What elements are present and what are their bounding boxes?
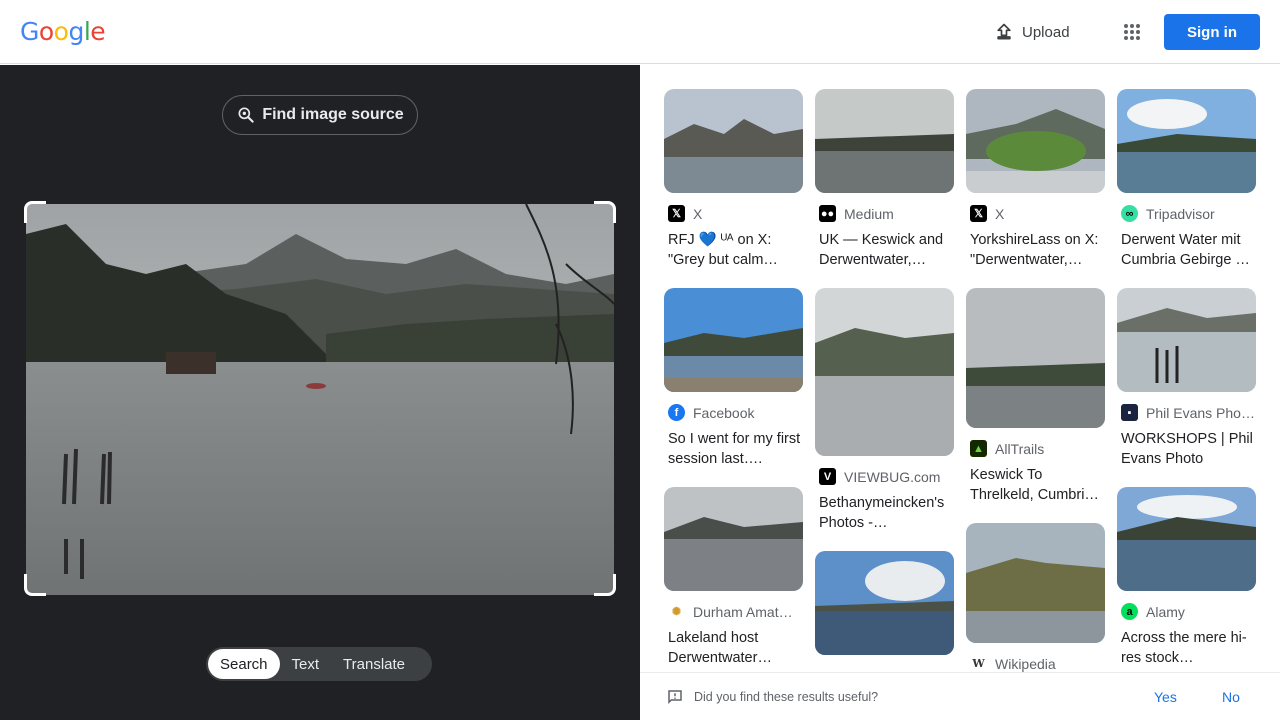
result-source: Alamy: [1146, 603, 1185, 620]
wikipedia-icon: W: [970, 655, 987, 672]
result-source: Durham Amat…: [693, 603, 793, 620]
apps-grid-icon: [1124, 24, 1140, 40]
results-column: ●● Medium UK — Keswick and Derwentwater,……: [815, 89, 954, 673]
lens-mode-switcher: Search Text Translate: [206, 647, 432, 681]
x-logo-icon: 𝕏: [970, 205, 987, 222]
result-source: VIEWBUG.com: [844, 468, 941, 485]
result-thumbnail[interactable]: [966, 288, 1105, 428]
result-card[interactable]: ✺ Durham Amat… Lakeland host Derwentwater…: [664, 487, 803, 668]
result-card[interactable]: ∞ Tripadvisor Derwent Water mit Cumbria G…: [1117, 89, 1256, 270]
query-image[interactable]: [26, 204, 614, 595]
results-column: ∞ Tripadvisor Derwent Water mit Cumbria G…: [1117, 89, 1256, 686]
feedback-icon: [668, 689, 682, 704]
crop-handle-top-left[interactable]: [24, 201, 46, 223]
feedback-bar: Did you find these results useful? Yes N…: [640, 672, 1280, 720]
result-title[interactable]: UK — Keswick and Derwentwater,…: [815, 230, 954, 270]
result-title[interactable]: RFJ 💙 ᵁᴬ on X: "Grey but calm…: [664, 230, 803, 270]
visual-matches-pane: 𝕏X RFJ 💙 ᵁᴬ on X: "Grey but calm… f Faceb…: [640, 65, 1280, 720]
result-title[interactable]: Keswick To Threlkeld, Cumbri…: [966, 465, 1105, 505]
upload-label: Upload: [1022, 23, 1070, 41]
result-thumbnail[interactable]: [1117, 89, 1256, 193]
result-thumbnail[interactable]: [815, 551, 954, 655]
crop-handle-bottom-right[interactable]: [594, 574, 616, 596]
result-thumbnail[interactable]: [664, 487, 803, 591]
top-bar: Google Upload Sign in: [0, 0, 1280, 64]
result-card[interactable]: [815, 551, 954, 655]
facebook-icon: f: [668, 404, 685, 421]
mode-search[interactable]: Search: [208, 649, 280, 679]
alltrails-icon: ▲: [970, 440, 987, 457]
alamy-icon: a: [1121, 603, 1138, 620]
crop-handle-top-right[interactable]: [594, 201, 616, 223]
result-title[interactable]: Derwent Water mit Cumbria Gebirge …: [1117, 230, 1256, 270]
result-source: X: [693, 205, 703, 222]
result-card[interactable]: f Facebook So I went for my first session…: [664, 288, 803, 469]
google-logo[interactable]: Google: [20, 17, 106, 46]
find-image-source-label: Find image source: [262, 106, 404, 123]
result-thumbnail[interactable]: [966, 523, 1105, 643]
upload-icon: [997, 23, 1011, 40]
result-card[interactable]: W Wikipedia: [966, 523, 1105, 672]
mode-translate[interactable]: Translate: [331, 649, 417, 679]
result-source: Medium: [844, 205, 894, 222]
result-title[interactable]: WORKSHOPS | Phil Evans Photo: [1117, 429, 1256, 469]
phil-evans-icon: ▪: [1121, 404, 1138, 421]
sign-in-button[interactable]: Sign in: [1164, 14, 1260, 50]
result-source: AllTrails: [995, 440, 1045, 457]
result-thumbnail[interactable]: [664, 288, 803, 392]
result-title[interactable]: Bethanymeincken's Photos -…: [815, 493, 954, 533]
result-card[interactable]: ▪ Phil Evans Pho… WORKSHOPS | Phil Evans …: [1117, 288, 1256, 469]
result-thumbnail[interactable]: [1117, 288, 1256, 392]
result-source: Wikipedia: [995, 655, 1056, 672]
result-source: Facebook: [693, 404, 755, 421]
query-image-pane: Find image source Search Text Translate: [0, 65, 640, 720]
upload-button[interactable]: Upload: [986, 16, 1078, 48]
result-card[interactable]: 𝕏X RFJ 💙 ᵁᴬ on X: "Grey but calm…: [664, 89, 803, 270]
result-title[interactable]: YorkshireLass on X: "Derwentwater,…: [966, 230, 1105, 270]
result-card[interactable]: V VIEWBUG.com Bethanymeincken's Photos -…: [815, 288, 954, 533]
viewbug-icon: V: [819, 468, 836, 485]
x-logo-icon: 𝕏: [668, 205, 685, 222]
result-thumbnail[interactable]: [815, 89, 954, 193]
result-card[interactable]: ▲ AllTrails Keswick To Threlkeld, Cumbri…: [966, 288, 1105, 505]
durham-icon: ✺: [668, 603, 685, 620]
result-title[interactable]: Lakeland host Derwentwater…: [664, 628, 803, 668]
crop-handle-bottom-left[interactable]: [24, 574, 46, 596]
result-thumbnail[interactable]: [966, 89, 1105, 193]
result-title[interactable]: So I went for my first session last….: [664, 429, 803, 469]
results-column: 𝕏X YorkshireLass on X: "Derwentwater,… ▲…: [966, 89, 1105, 690]
google-apps-button[interactable]: [1118, 18, 1146, 46]
find-image-source-button[interactable]: Find image source: [222, 95, 418, 135]
mode-text[interactable]: Text: [280, 649, 332, 679]
result-thumbnail[interactable]: [664, 89, 803, 193]
results-column: 𝕏X RFJ 💙 ᵁᴬ on X: "Grey but calm… f Faceb…: [664, 89, 803, 686]
result-thumbnail[interactable]: [1117, 487, 1256, 591]
result-source: Phil Evans Pho…: [1146, 404, 1255, 421]
result-card[interactable]: 𝕏X YorkshireLass on X: "Derwentwater,…: [966, 89, 1105, 270]
result-card[interactable]: a Alamy Across the mere hi-res stock…: [1117, 487, 1256, 668]
medium-icon: ●●: [819, 205, 836, 222]
tripadvisor-icon: ∞: [1121, 205, 1138, 222]
feedback-yes-button[interactable]: Yes: [1154, 689, 1177, 705]
feedback-question: Did you find these results useful?: [694, 689, 879, 704]
feedback-no-button[interactable]: No: [1222, 689, 1240, 705]
result-source: X: [995, 205, 1005, 222]
lens-search-icon: [238, 107, 255, 123]
result-card[interactable]: ●● Medium UK — Keswick and Derwentwater,…: [815, 89, 954, 270]
result-title[interactable]: Across the mere hi-res stock…: [1117, 628, 1256, 668]
result-source: Tripadvisor: [1146, 205, 1215, 222]
result-thumbnail[interactable]: [815, 288, 954, 456]
